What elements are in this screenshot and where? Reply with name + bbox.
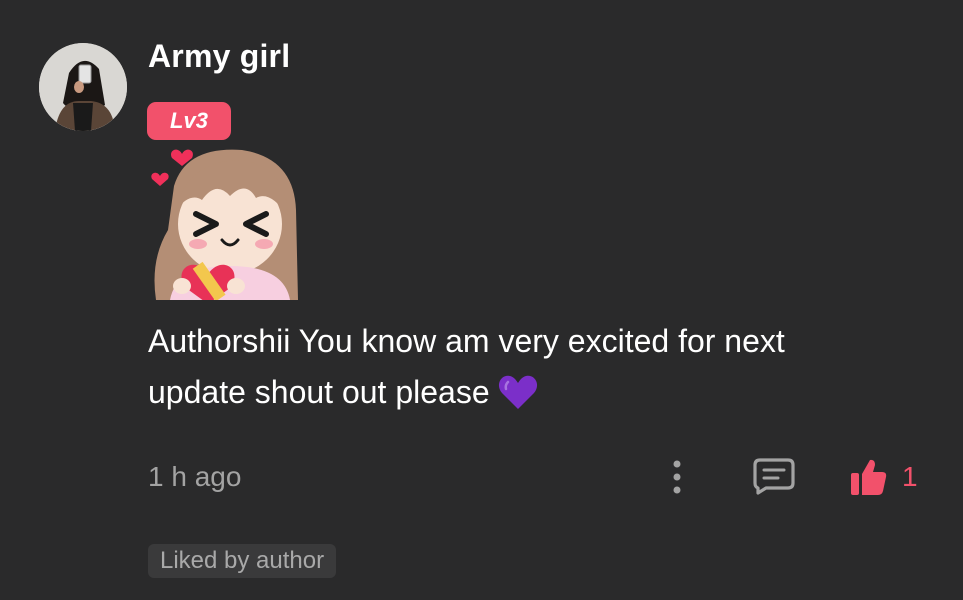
- author-name[interactable]: Army girl: [148, 38, 290, 75]
- thumbs-up-icon: [851, 459, 887, 495]
- liked-by-author-chip: Liked by author: [148, 544, 337, 578]
- vertical-ellipsis-icon: [673, 460, 681, 494]
- level-badge: Lv3: [147, 102, 231, 140]
- like-button[interactable]: 1: [848, 452, 918, 502]
- user-avatar[interactable]: [39, 43, 127, 131]
- comment-timestamp: 1 h ago: [148, 461, 242, 492]
- comment-bubble-icon: [753, 458, 795, 495]
- purple-heart-emoji-icon: [498, 374, 538, 410]
- comment-text: Authorshii You know am very excited for …: [148, 323, 785, 410]
- like-count: 1: [902, 461, 918, 492]
- avatar-photo-icon: [39, 43, 127, 131]
- reply-button[interactable]: [749, 454, 799, 498]
- anime-girl-heart-sticker: [146, 140, 302, 304]
- more-options-button[interactable]: [662, 455, 692, 499]
- comment-item: Army girl Lv3 Authorshii You know am ver…: [0, 0, 963, 600]
- comment-body: Authorshii You know am very excited for …: [148, 316, 888, 418]
